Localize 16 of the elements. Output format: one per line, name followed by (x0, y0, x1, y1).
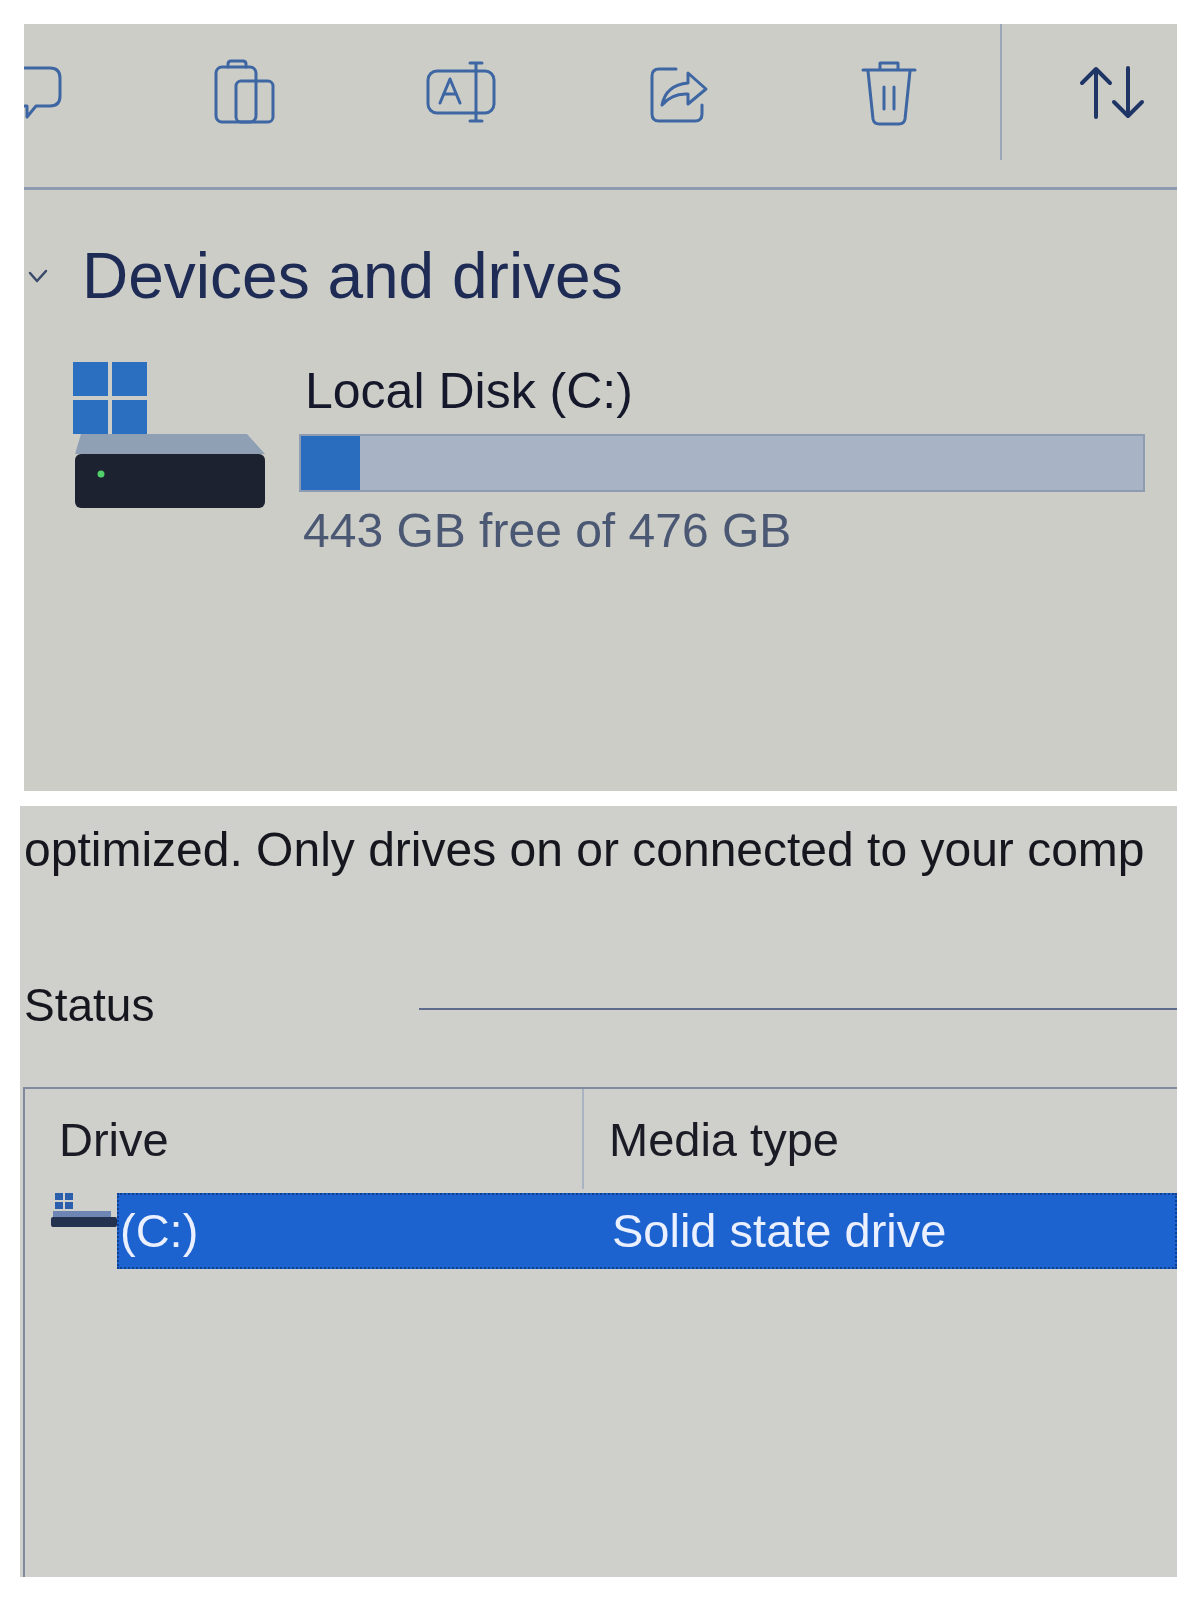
section-title[interactable]: Devices and drives (82, 239, 623, 313)
table-row[interactable]: (C:) Solid state drive (117, 1193, 1177, 1269)
drive-icon[interactable] (71, 362, 267, 510)
description-text: optimized. Only drives on or connected to your comp (24, 822, 1145, 877)
speech-bubble-icon[interactable] (24, 64, 64, 120)
chevron-icon[interactable] (28, 269, 48, 283)
drive-name[interactable]: Local Disk (C:) (299, 362, 633, 420)
rename-icon[interactable] (426, 59, 498, 125)
table-cell-text: Solid state drive (611, 1203, 947, 1259)
free-space-text: 443 GB free of 476 GB (302, 503, 792, 558)
drive-icon (51, 1193, 117, 1227)
status-label: Status (24, 979, 155, 1031)
copy-icon[interactable] (214, 59, 276, 125)
column-header[interactable]: Media type (582, 1089, 1177, 1189)
table-cell-text: (C:) (119, 1203, 200, 1259)
column-header[interactable]: Drive (25, 1089, 582, 1189)
